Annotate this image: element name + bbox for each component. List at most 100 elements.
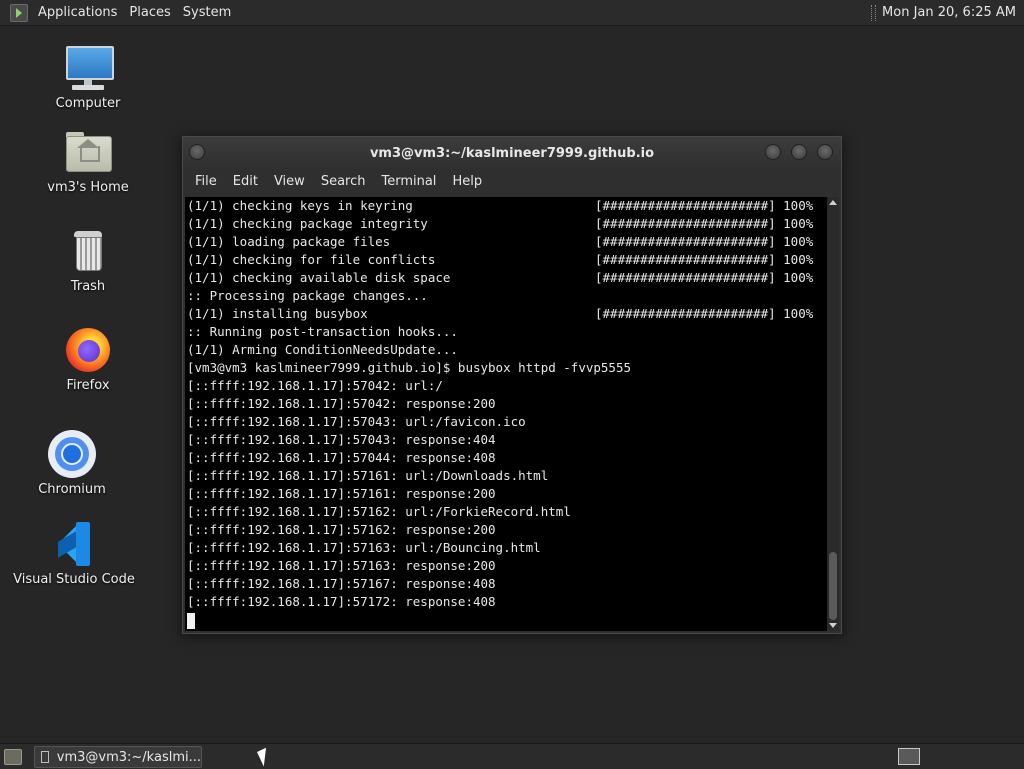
terminal-line: (1/1) checking available disk space [####… bbox=[187, 269, 827, 287]
terminal-line: [::ffff:192.168.1.17]:57167: response:40… bbox=[187, 575, 827, 593]
terminal-line: (1/1) checking package integrity [#######… bbox=[187, 215, 827, 233]
terminal-line-text: (1/1) loading package files bbox=[187, 234, 391, 249]
terminal-line: (1/1) Arming ConditionNeedsUpdate... bbox=[187, 341, 827, 359]
vscode-icon bbox=[50, 520, 98, 568]
terminal-line-text: (1/1) installing busybox bbox=[187, 306, 368, 321]
scrollbar-thumb[interactable] bbox=[829, 552, 837, 620]
progress-bar-text: [######################] 100% bbox=[595, 198, 814, 213]
progress-bar-text: [######################] 100% bbox=[595, 234, 814, 249]
terminal-line-text: [::ffff:192.168.1.17]:57043: response:40… bbox=[187, 432, 496, 447]
window-menu-button[interactable] bbox=[189, 144, 205, 160]
desktop-icon-firefox[interactable]: Firefox bbox=[23, 326, 153, 393]
terminal-line-text: [::ffff:192.168.1.17]:57042: response:20… bbox=[187, 396, 496, 411]
menu-edit[interactable]: Edit bbox=[225, 169, 266, 194]
trash-icon bbox=[64, 227, 112, 275]
scroll-up-arrow-icon[interactable] bbox=[829, 200, 837, 205]
terminal-menubar: File Edit View Search Terminal Help bbox=[183, 169, 841, 194]
menu-terminal[interactable]: Terminal bbox=[373, 169, 444, 194]
progress-bar-text: [######################] 100% bbox=[595, 306, 814, 321]
home-folder-icon bbox=[64, 128, 112, 176]
terminal-line: [::ffff:192.168.1.17]:57163: response:20… bbox=[187, 557, 827, 575]
desktop-icon-label: Firefox bbox=[66, 378, 110, 393]
terminal-line-text: [::ffff:192.168.1.17]:57163: url:/Bounci… bbox=[187, 540, 541, 555]
window-title: vm3@vm3:~/kaslmineer7999.github.io bbox=[369, 145, 655, 161]
terminal-line-text: [::ffff:192.168.1.17]:57162: response:20… bbox=[187, 522, 496, 537]
terminal-line: (1/1) checking keys in keyring [#########… bbox=[187, 197, 827, 215]
text-cursor bbox=[187, 613, 195, 629]
terminal-line: (1/1) checking for file conflicts [######… bbox=[187, 251, 827, 269]
menu-help[interactable]: Help bbox=[444, 169, 490, 194]
clock[interactable]: Mon Jan 20, 6:25 AM bbox=[882, 0, 1024, 25]
menu-file[interactable]: File bbox=[187, 169, 225, 194]
menu-places[interactable]: Places bbox=[123, 0, 176, 25]
terminal-line: [::ffff:192.168.1.17]:57042: url:/ bbox=[187, 377, 827, 395]
applications-menu-icon[interactable] bbox=[10, 3, 28, 22]
desktop-icon-label: Visual Studio Code bbox=[13, 572, 135, 587]
terminal-line-text: [::ffff:192.168.1.17]:57044: response:40… bbox=[187, 450, 496, 465]
terminal-line-text: :: Processing package changes... bbox=[187, 288, 428, 303]
terminal-line: [::ffff:192.168.1.17]:57043: url:/favico… bbox=[187, 413, 827, 431]
terminal-line-text: [::ffff:192.168.1.17]:57043: url:/favico… bbox=[187, 414, 526, 429]
desktop-icon-trash[interactable]: Trash bbox=[23, 227, 153, 294]
bottom-panel: vm3@vm3:~/kaslmi... bbox=[0, 743, 1024, 769]
progress-bar-text: [######################] 100% bbox=[595, 252, 814, 267]
terminal-line: [::ffff:192.168.1.17]:57044: response:40… bbox=[187, 449, 827, 467]
chromium-icon bbox=[48, 430, 96, 478]
terminal-window[interactable]: vm3@vm3:~/kaslmineer7999.github.io File … bbox=[182, 136, 842, 634]
menu-search[interactable]: Search bbox=[313, 169, 374, 194]
terminal-line-text: [::ffff:192.168.1.17]:57161: url:/Downlo… bbox=[187, 468, 549, 483]
terminal-line: :: Running post-transaction hooks... bbox=[187, 323, 827, 341]
terminal-output[interactable]: (1/1) checking keys in keyring [#########… bbox=[185, 197, 827, 631]
terminal-line: [::ffff:192.168.1.17]:57172: response:40… bbox=[187, 593, 827, 611]
workspace-switcher[interactable] bbox=[898, 748, 920, 765]
terminal-line-text: [::ffff:192.168.1.17]:57172: response:40… bbox=[187, 594, 496, 609]
terminal-line-text: [::ffff:192.168.1.17]:57167: response:40… bbox=[187, 576, 496, 591]
desktop-icon-home[interactable]: vm3's Home bbox=[23, 128, 153, 195]
computer-icon bbox=[64, 44, 114, 92]
desktop-icon-label: Trash bbox=[70, 279, 106, 294]
terminal-icon bbox=[41, 751, 49, 763]
menu-view[interactable]: View bbox=[266, 169, 313, 194]
terminal-line-text: :: Running post-transaction hooks... bbox=[187, 324, 458, 339]
terminal-line: [::ffff:192.168.1.17]:57161: response:20… bbox=[187, 485, 827, 503]
desktop-icon-computer[interactable]: Computer bbox=[23, 44, 153, 111]
progress-bar-text: [######################] 100% bbox=[595, 270, 814, 285]
terminal-line-text: [::ffff:192.168.1.17]:57163: response:20… bbox=[187, 558, 496, 573]
desktop-icon-label: Computer bbox=[55, 96, 121, 111]
terminal-line-text: (1/1) checking for file conflicts bbox=[187, 252, 436, 267]
terminal-scrollbar[interactable] bbox=[827, 197, 839, 631]
show-desktop-icon[interactable] bbox=[4, 749, 22, 765]
menu-system[interactable]: System bbox=[177, 0, 237, 25]
terminal-line-text: [::ffff:192.168.1.17]:57162: url:/Forkie… bbox=[187, 504, 571, 519]
terminal-line: [vm3@vm3 kaslmineer7999.github.io]$ busy… bbox=[187, 359, 827, 377]
close-button[interactable] bbox=[817, 144, 833, 160]
progress-bar-text: [######################] 100% bbox=[595, 216, 814, 231]
scroll-down-arrow-icon[interactable] bbox=[829, 623, 837, 628]
terminal-line: (1/1) loading package files [############… bbox=[187, 233, 827, 251]
terminal-line: (1/1) installing busybox [###############… bbox=[187, 305, 827, 323]
desktop-icon-label: Chromium bbox=[38, 482, 106, 497]
terminal-line-text: (1/1) checking package integrity bbox=[187, 216, 428, 231]
terminal-line-text: (1/1) checking keys in keyring bbox=[187, 198, 413, 213]
top-panel: Applications Places System Mon Jan 20, 6… bbox=[0, 0, 1024, 26]
taskbar-button-label: vm3@vm3:~/kaslmi... bbox=[56, 749, 201, 765]
terminal-line: [::ffff:192.168.1.17]:57042: response:20… bbox=[187, 395, 827, 413]
terminal-line: [::ffff:192.168.1.17]:57162: response:20… bbox=[187, 521, 827, 539]
terminal-line-text: [::ffff:192.168.1.17]:57042: url:/ bbox=[187, 378, 443, 393]
taskbar-button-terminal[interactable]: vm3@vm3:~/kaslmi... bbox=[34, 746, 202, 768]
desktop-icon-chromium[interactable]: Chromium bbox=[7, 430, 137, 497]
terminal-line-text: [vm3@vm3 kaslmineer7999.github.io]$ busy… bbox=[187, 360, 632, 375]
terminal-line: [::ffff:192.168.1.17]:57161: url:/Downlo… bbox=[187, 467, 827, 485]
maximize-button[interactable] bbox=[791, 144, 807, 160]
terminal-line-text: [::ffff:192.168.1.17]:57161: response:20… bbox=[187, 486, 496, 501]
window-titlebar[interactable]: vm3@vm3:~/kaslmineer7999.github.io bbox=[183, 137, 841, 169]
menu-applications[interactable]: Applications bbox=[32, 0, 123, 25]
terminal-line: :: Processing package changes... bbox=[187, 287, 827, 305]
terminal-line: [::ffff:192.168.1.17]:57162: url:/Forkie… bbox=[187, 503, 827, 521]
terminal-line-text: (1/1) Arming ConditionNeedsUpdate... bbox=[187, 342, 458, 357]
panel-separator bbox=[871, 4, 877, 21]
terminal-line-text: (1/1) checking available disk space bbox=[187, 270, 451, 285]
minimize-button[interactable] bbox=[765, 144, 781, 160]
desktop-icon-vscode[interactable]: Visual Studio Code bbox=[9, 520, 139, 587]
terminal-prompt-line bbox=[187, 611, 827, 629]
